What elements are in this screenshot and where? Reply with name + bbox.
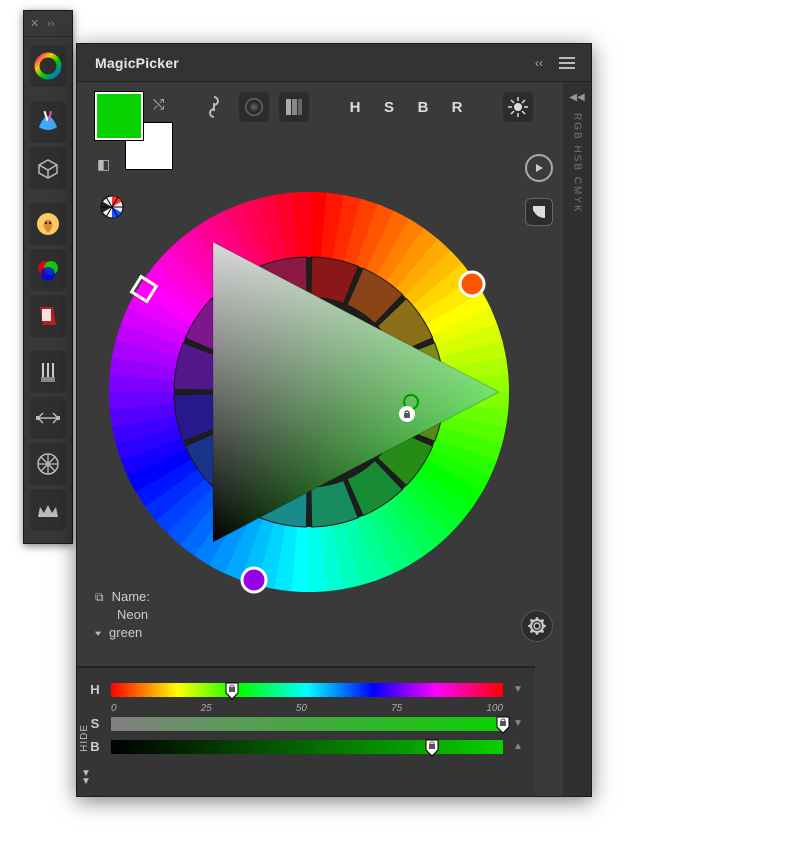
sat-expand-icon[interactable]: ▼ [513, 718, 525, 729]
wheel-mode-button[interactable] [239, 92, 269, 122]
bri-expand-icon[interactable]: ▲ [513, 741, 525, 752]
sat-slider-row: S ▼ [89, 716, 525, 731]
close-icon[interactable]: ✕ [30, 17, 39, 30]
mode-s-button[interactable]: S [377, 92, 401, 122]
bri-slider-row: B ▲ [89, 739, 525, 754]
dock-header: ✕ ›› [24, 11, 72, 37]
spotlight-button[interactable] [503, 92, 533, 122]
strip-mode-button[interactable] [279, 92, 309, 122]
color-name-line2: green [109, 624, 142, 642]
rail-modes-label[interactable]: RGB HSB CMYK [572, 113, 583, 214]
default-colors-icon[interactable]: ◧ [97, 156, 110, 173]
dock-anchors-icon[interactable] [30, 397, 66, 439]
bri-label: B [89, 739, 101, 754]
foreground-swatch[interactable] [95, 92, 143, 140]
hue-label: H [89, 682, 101, 697]
collapse-panel-icon[interactable]: ‹‹ [535, 56, 543, 70]
magicpicker-panel: MagicPicker ‹‹ ⤭ ◧ [76, 43, 592, 797]
hue-handle[interactable] [224, 681, 240, 699]
color-name-line1: Neon [117, 606, 148, 624]
bri-handle[interactable] [424, 738, 440, 756]
hide-sliders-icon[interactable]: ▼▼ [81, 770, 91, 786]
panel-menu-icon[interactable] [559, 57, 575, 69]
dock-portrait-icon[interactable] [30, 203, 66, 245]
right-mode-stack [525, 154, 553, 226]
panel-title: MagicPicker [95, 55, 535, 71]
hsb-sliders: H ▼ 0 25 50 75 100 [77, 666, 535, 796]
sat-slider[interactable] [111, 717, 503, 731]
swap-colors-icon[interactable]: ⤭ [153, 96, 164, 113]
top-toolbar: ⤭ ◧ [95, 92, 533, 172]
link-colors-icon[interactable] [199, 92, 229, 122]
hue-slider-row: H ▼ [89, 682, 525, 697]
dock-book-icon[interactable] [30, 295, 66, 337]
sat-handle[interactable] [495, 715, 511, 733]
hide-sliders-label[interactable]: HIDE [79, 724, 90, 752]
dock-3d-icon[interactable] [30, 147, 66, 189]
panel-header: MagicPicker ‹‹ [77, 44, 591, 82]
sat-label: S [89, 716, 101, 731]
color-mode-rail: ◀◀ RGB HSB CMYK [563, 82, 591, 796]
name-label: Name: [112, 588, 150, 606]
dock-magicpicker-icon[interactable] [30, 45, 66, 87]
copy-name-icon[interactable]: ⧉ [95, 588, 104, 606]
slider-ticks: 0 25 50 75 100 [89, 703, 503, 714]
settings-gear-icon[interactable] [521, 610, 553, 642]
play-preview-icon[interactable] [525, 154, 553, 182]
dock-venn-icon[interactable] [30, 249, 66, 291]
mode-b-button[interactable]: B [411, 92, 435, 122]
foreground-background-swatches[interactable]: ⤭ ◧ [95, 92, 165, 172]
collapse-name-icon[interactable]: ▾ [95, 627, 101, 640]
hue-slider[interactable] [111, 683, 503, 697]
dock-crown-icon[interactable] [30, 489, 66, 531]
hue-expand-icon[interactable]: ▼ [513, 684, 525, 695]
picker-main: ⤭ ◧ [77, 82, 563, 796]
dock-brushes-icon[interactable] [30, 351, 66, 393]
dock-wheel-icon[interactable] [30, 443, 66, 485]
plugin-dock: ✕ ›› [23, 10, 73, 544]
swatch-shape-icon[interactable] [525, 198, 553, 226]
expand-dock-icon[interactable]: ›› [47, 18, 54, 30]
color-name-block: ⧉ Name: Neon ▾ green [95, 588, 150, 642]
mode-h-button[interactable]: H [343, 92, 367, 122]
color-wheel[interactable] [89, 172, 529, 612]
bri-slider[interactable] [111, 740, 503, 754]
rail-collapse-icon[interactable]: ◀◀ [569, 92, 584, 103]
mode-r-button[interactable]: R [445, 92, 469, 122]
dock-mixer-icon[interactable] [30, 101, 66, 143]
